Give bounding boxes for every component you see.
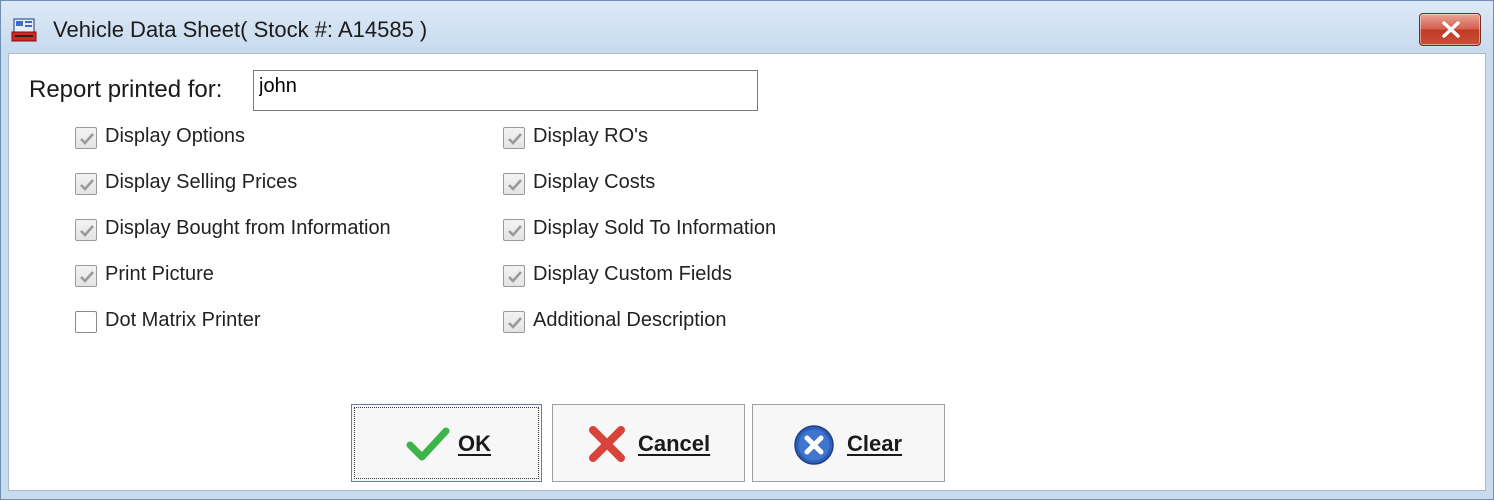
window-title: Vehicle Data Sheet( Stock #: A14585 ) bbox=[53, 17, 428, 42]
checkmark-icon bbox=[508, 317, 522, 329]
checkbox-label: Display Options bbox=[105, 125, 246, 147]
clear-button[interactable]: Clear bbox=[752, 404, 945, 482]
cross-icon bbox=[587, 424, 627, 470]
checkmark-icon bbox=[80, 179, 94, 191]
clear-circle-icon bbox=[793, 424, 835, 472]
checkbox-label: Dot Matrix Printer bbox=[105, 309, 261, 331]
checkbox-box[interactable] bbox=[503, 265, 525, 287]
close-button[interactable] bbox=[1419, 13, 1481, 46]
checkbox-box[interactable] bbox=[503, 127, 525, 149]
checkmark-icon bbox=[406, 424, 450, 470]
checkmark-icon bbox=[80, 225, 94, 237]
checkbox-label: Display RO's bbox=[533, 125, 648, 147]
checkbox-label: Additional Description bbox=[533, 309, 727, 331]
checkmark-icon bbox=[80, 133, 94, 145]
checkbox-box[interactable] bbox=[503, 311, 525, 333]
checkbox-label: Print Picture bbox=[105, 263, 214, 285]
checkmark-icon bbox=[508, 271, 522, 283]
checkbox-label: Display Sold To Information bbox=[533, 217, 777, 239]
checkmark-icon bbox=[508, 133, 522, 145]
checkmark-icon bbox=[508, 179, 522, 191]
checkbox-label: Display Custom Fields bbox=[533, 263, 732, 285]
checkbox-label: Display Selling Prices bbox=[105, 171, 298, 193]
checkbox-box[interactable] bbox=[75, 219, 97, 241]
checkbox-box[interactable] bbox=[75, 311, 97, 333]
ok-button-label: OK bbox=[458, 431, 491, 456]
checkbox-box[interactable] bbox=[503, 173, 525, 195]
checkmark-icon bbox=[80, 271, 94, 283]
checkbox-label: Display Costs bbox=[533, 171, 656, 193]
cancel-button[interactable]: Cancel bbox=[552, 404, 745, 482]
title-bar[interactable]: Vehicle Data Sheet( Stock #: A14585 ) bbox=[1, 1, 1493, 53]
checkbox-box[interactable] bbox=[75, 173, 97, 195]
cancel-button-label: Cancel bbox=[638, 431, 711, 456]
app-icon bbox=[11, 18, 41, 42]
dialog-body: Report printed for: Display Options Disp… bbox=[8, 53, 1486, 491]
ok-button[interactable]: OK bbox=[351, 404, 542, 482]
dialog-window: Vehicle Data Sheet( Stock #: A14585 ) Re… bbox=[0, 0, 1494, 500]
checkbox-label: Display Bought from Information bbox=[105, 217, 391, 239]
report-printed-for-label: Report printed for: bbox=[29, 76, 223, 103]
checkbox-box[interactable] bbox=[503, 219, 525, 241]
checkbox-box[interactable] bbox=[75, 265, 97, 287]
report-printed-for-input[interactable] bbox=[253, 70, 758, 111]
checkbox-box[interactable] bbox=[75, 127, 97, 149]
clear-button-label: Clear bbox=[847, 431, 903, 456]
checkmark-icon bbox=[508, 225, 522, 237]
close-icon bbox=[1442, 21, 1460, 38]
